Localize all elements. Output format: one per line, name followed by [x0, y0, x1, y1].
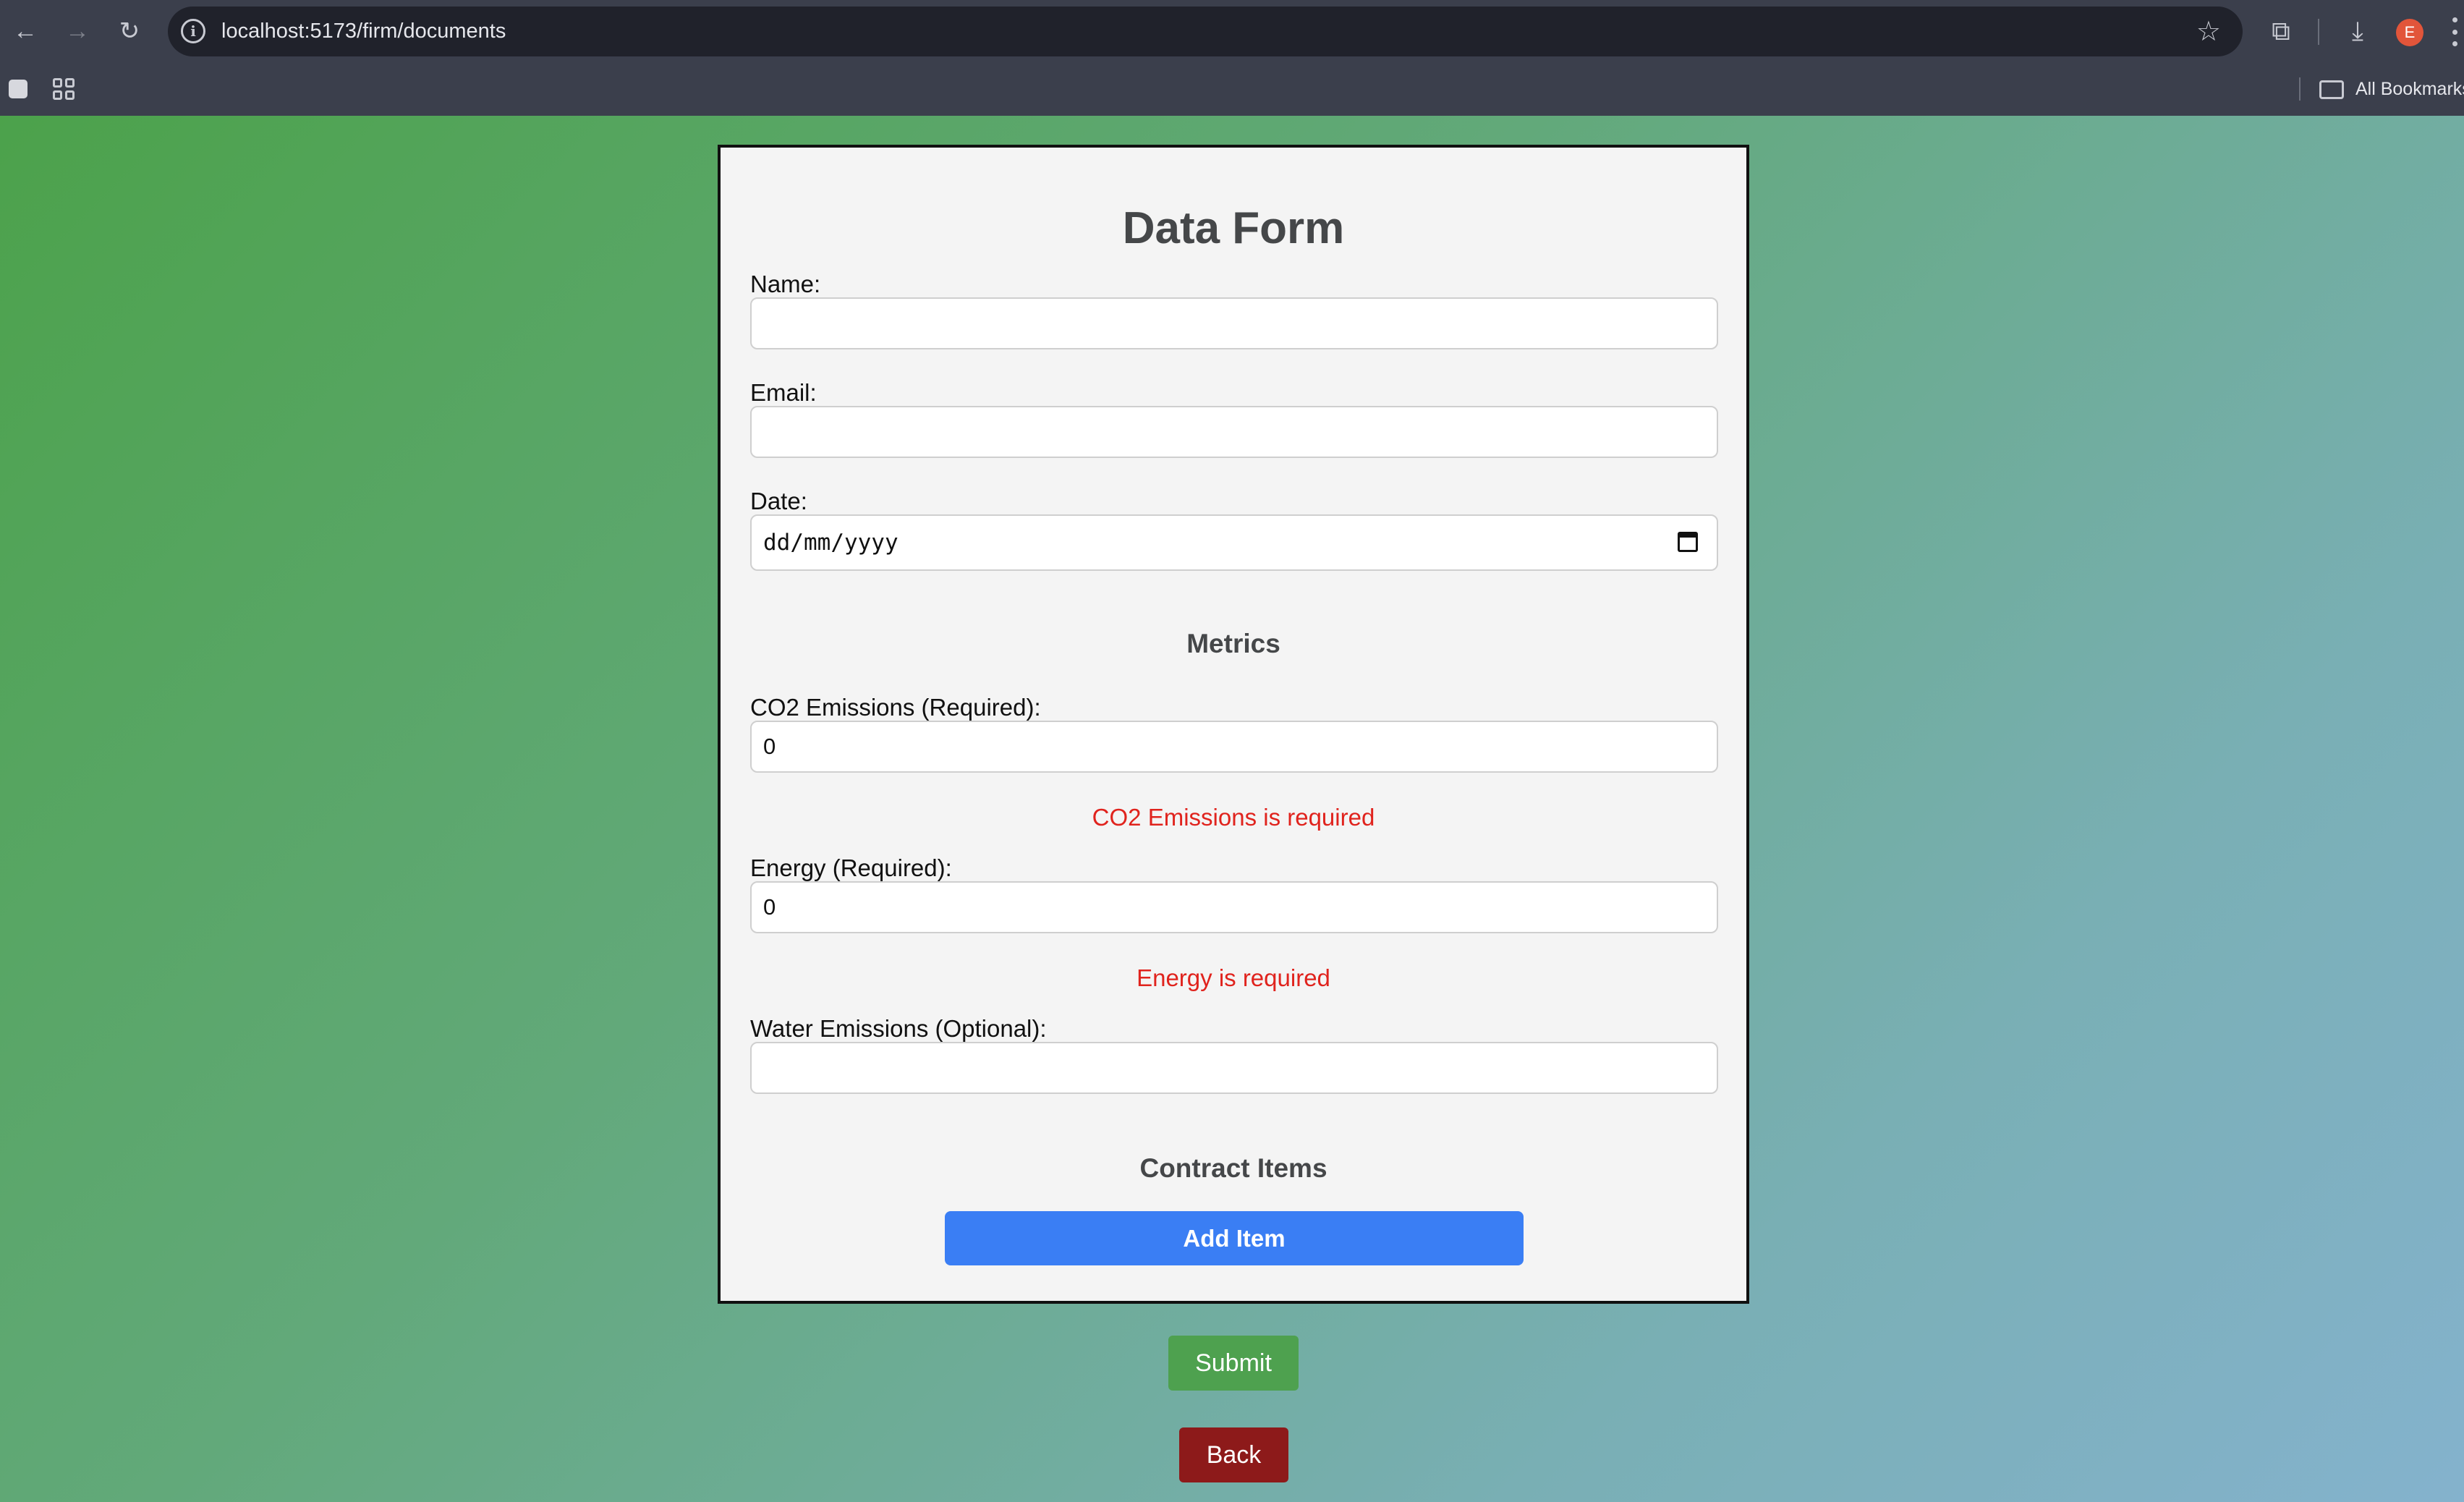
browser-menu-icon[interactable]	[2451, 17, 2458, 46]
forward-arrow-icon[interactable]: →	[59, 13, 95, 49]
co2-label: CO2 Emissions (Required):	[750, 694, 1041, 721]
form-title: Data Form	[1122, 203, 1345, 253]
metrics-heading: Metrics	[1186, 629, 1280, 658]
calendar-icon[interactable]	[1678, 532, 1698, 552]
folder-icon[interactable]	[2319, 80, 2344, 99]
back-arrow-icon[interactable]: ←	[7, 13, 43, 49]
toolbar-divider	[2318, 19, 2319, 45]
page-background: Data Form Name: Email: Date: dd/mm/yyyy …	[0, 116, 2464, 1502]
energy-label: Energy (Required):	[750, 854, 952, 881]
co2-error: CO2 Emissions is required	[1092, 804, 1375, 831]
address-bar[interactable]: i localhost:5173/firm/documents ☆	[168, 7, 2243, 56]
all-bookmarks-link[interactable]: All Bookmarks	[2355, 63, 2464, 116]
date-label: Date:	[750, 488, 807, 514]
email-label: Email:	[750, 379, 817, 406]
submit-button[interactable]: Submit	[1168, 1336, 1299, 1391]
contract-items-heading: Contract Items	[1139, 1153, 1327, 1183]
add-item-button[interactable]: Add Item	[945, 1211, 1524, 1265]
energy-error: Energy is required	[1137, 964, 1330, 991]
bookmarks-bar: All Bookmarks	[0, 63, 2464, 116]
tab-square-icon[interactable]	[9, 80, 27, 98]
download-icon[interactable]: ⤓	[2340, 13, 2376, 49]
address-url[interactable]: localhost:5173/firm/documents	[221, 7, 506, 56]
apps-grid-icon[interactable]	[53, 78, 75, 100]
energy-input[interactable]: 0	[750, 881, 1718, 933]
data-form: Data Form Name: Email: Date: dd/mm/yyyy …	[718, 145, 1749, 1304]
reload-icon[interactable]: ↻	[111, 13, 148, 49]
extensions-icon[interactable]: ⧉	[2263, 13, 2299, 49]
bookmarks-divider	[2299, 77, 2301, 101]
browser-toolbar: ← → ↻ i localhost:5173/firm/documents ☆ …	[0, 0, 2464, 63]
profile-avatar[interactable]: E	[2396, 19, 2423, 46]
name-input[interactable]	[750, 297, 1718, 349]
co2-input[interactable]: 0	[750, 721, 1718, 773]
email-input[interactable]	[750, 406, 1718, 458]
back-button[interactable]: Back	[1179, 1427, 1288, 1482]
water-label: Water Emissions (Optional):	[750, 1015, 1047, 1042]
date-input[interactable]: dd/mm/yyyy	[750, 514, 1718, 571]
water-input[interactable]	[750, 1042, 1718, 1094]
name-label: Name:	[750, 271, 821, 297]
date-placeholder: dd/mm/yyyy	[763, 530, 898, 556]
site-info-icon[interactable]: i	[181, 19, 205, 43]
bookmark-star-icon[interactable]: ☆	[2196, 7, 2221, 56]
